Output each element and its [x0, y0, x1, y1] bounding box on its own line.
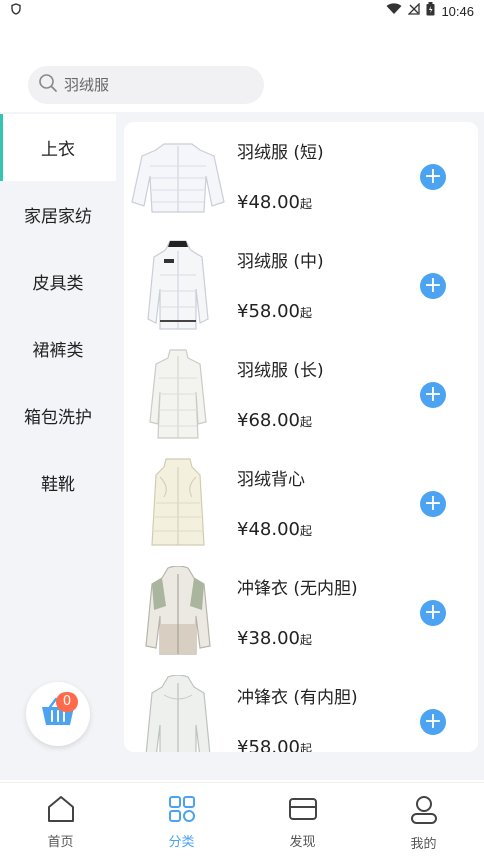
product-price: ¥48.00起 — [237, 519, 312, 540]
battery-icon — [426, 2, 435, 20]
product-name: 冲锋衣 (有内胆) — [237, 688, 358, 708]
bottom-tab-bar: 首页 分类 发现 我的 — [0, 782, 484, 862]
product-price: ¥38.00起 — [237, 628, 312, 649]
search-icon — [38, 73, 58, 97]
list-item[interactable]: 羽绒服 (中) ¥58.00起 + — [124, 231, 478, 340]
add-to-cart-button[interactable]: + — [420, 491, 446, 517]
add-to-cart-button[interactable]: + — [420, 382, 446, 408]
product-list[interactable]: 羽绒服 (短) ¥48.00起 + 羽绒服 (中) ¥58.00起 + 羽绒服 … — [124, 122, 478, 752]
status-time: 10:46 — [441, 3, 474, 19]
add-to-cart-button[interactable]: + — [420, 273, 446, 299]
tab-label: 发现 — [289, 835, 316, 850]
sidebar-item-label: 上衣 — [41, 140, 75, 160]
product-image — [130, 566, 226, 658]
product-image — [130, 130, 226, 222]
sidebar-item-leather[interactable]: 皮具类 — [0, 248, 116, 315]
tab-profile[interactable]: 我的 — [363, 783, 484, 862]
status-bar: 10:46 — [0, 0, 484, 22]
product-image — [130, 239, 226, 331]
product-name: 冲锋衣 (无内胆) — [237, 579, 358, 599]
search-input[interactable] — [64, 76, 244, 94]
tab-home[interactable]: 首页 — [0, 783, 121, 862]
sidebar-item-tops[interactable]: 上衣 — [0, 114, 116, 181]
product-price: ¥58.00起 — [237, 301, 312, 322]
product-name: 羽绒背心 — [237, 470, 305, 490]
product-name: 羽绒服 (短) — [237, 143, 324, 163]
add-to-cart-button[interactable]: + — [420, 709, 446, 735]
sidebar-item-shoes[interactable]: 鞋靴 — [0, 449, 116, 516]
sidebar-item-label: 皮具类 — [32, 274, 84, 294]
product-image — [130, 675, 226, 752]
tab-label: 分类 — [168, 835, 195, 850]
cart-count-badge: 0 — [56, 692, 78, 712]
grid-icon — [168, 795, 196, 827]
tab-discover[interactable]: 发现 — [242, 783, 363, 862]
list-item[interactable]: 羽绒服 (长) ¥68.00起 + — [124, 340, 478, 449]
search-bar[interactable] — [28, 66, 264, 104]
sidebar-item-label: 鞋靴 — [41, 475, 75, 495]
tab-label: 我的 — [410, 837, 437, 852]
list-item[interactable]: 羽绒背心 ¥48.00起 + — [124, 449, 478, 558]
add-to-cart-button[interactable]: + — [420, 164, 446, 190]
tab-category[interactable]: 分类 — [121, 783, 242, 862]
list-item[interactable]: 羽绒服 (短) ¥48.00起 + — [124, 122, 478, 231]
shield-icon — [10, 3, 22, 19]
category-sidebar: 上衣 家居家纺 皮具类 裙裤类 箱包洗护 鞋靴 — [0, 114, 116, 780]
product-price: ¥68.00起 — [237, 410, 312, 431]
product-image — [130, 348, 226, 440]
product-price: ¥58.00起 — [237, 737, 312, 752]
tab-label: 首页 — [47, 835, 74, 850]
sidebar-item-home-textiles[interactable]: 家居家纺 — [0, 181, 116, 248]
product-name: 羽绒服 (长) — [237, 361, 324, 381]
sidebar-item-skirts-pants[interactable]: 裙裤类 — [0, 315, 116, 382]
sidebar-item-label: 裙裤类 — [32, 341, 84, 361]
wifi-icon — [386, 3, 402, 19]
sidebar-item-label: 箱包洗护 — [24, 408, 92, 428]
product-name: 羽绒服 (中) — [237, 252, 324, 272]
list-item[interactable]: 冲锋衣 (无内胆) ¥38.00起 + — [124, 558, 478, 667]
product-price: ¥48.00起 — [237, 192, 312, 213]
list-item[interactable]: 冲锋衣 (有内胆) ¥58.00起 + — [124, 667, 478, 752]
add-to-cart-button[interactable]: + — [420, 600, 446, 626]
sidebar-item-label: 家居家纺 — [24, 207, 92, 227]
sidebar-item-bag-care[interactable]: 箱包洗护 — [0, 382, 116, 449]
cart-button[interactable]: 0 — [26, 682, 90, 746]
home-icon — [46, 795, 76, 827]
user-icon — [409, 795, 439, 829]
wallet-icon — [288, 795, 318, 827]
product-image — [130, 457, 226, 549]
signal-icon — [407, 2, 421, 19]
